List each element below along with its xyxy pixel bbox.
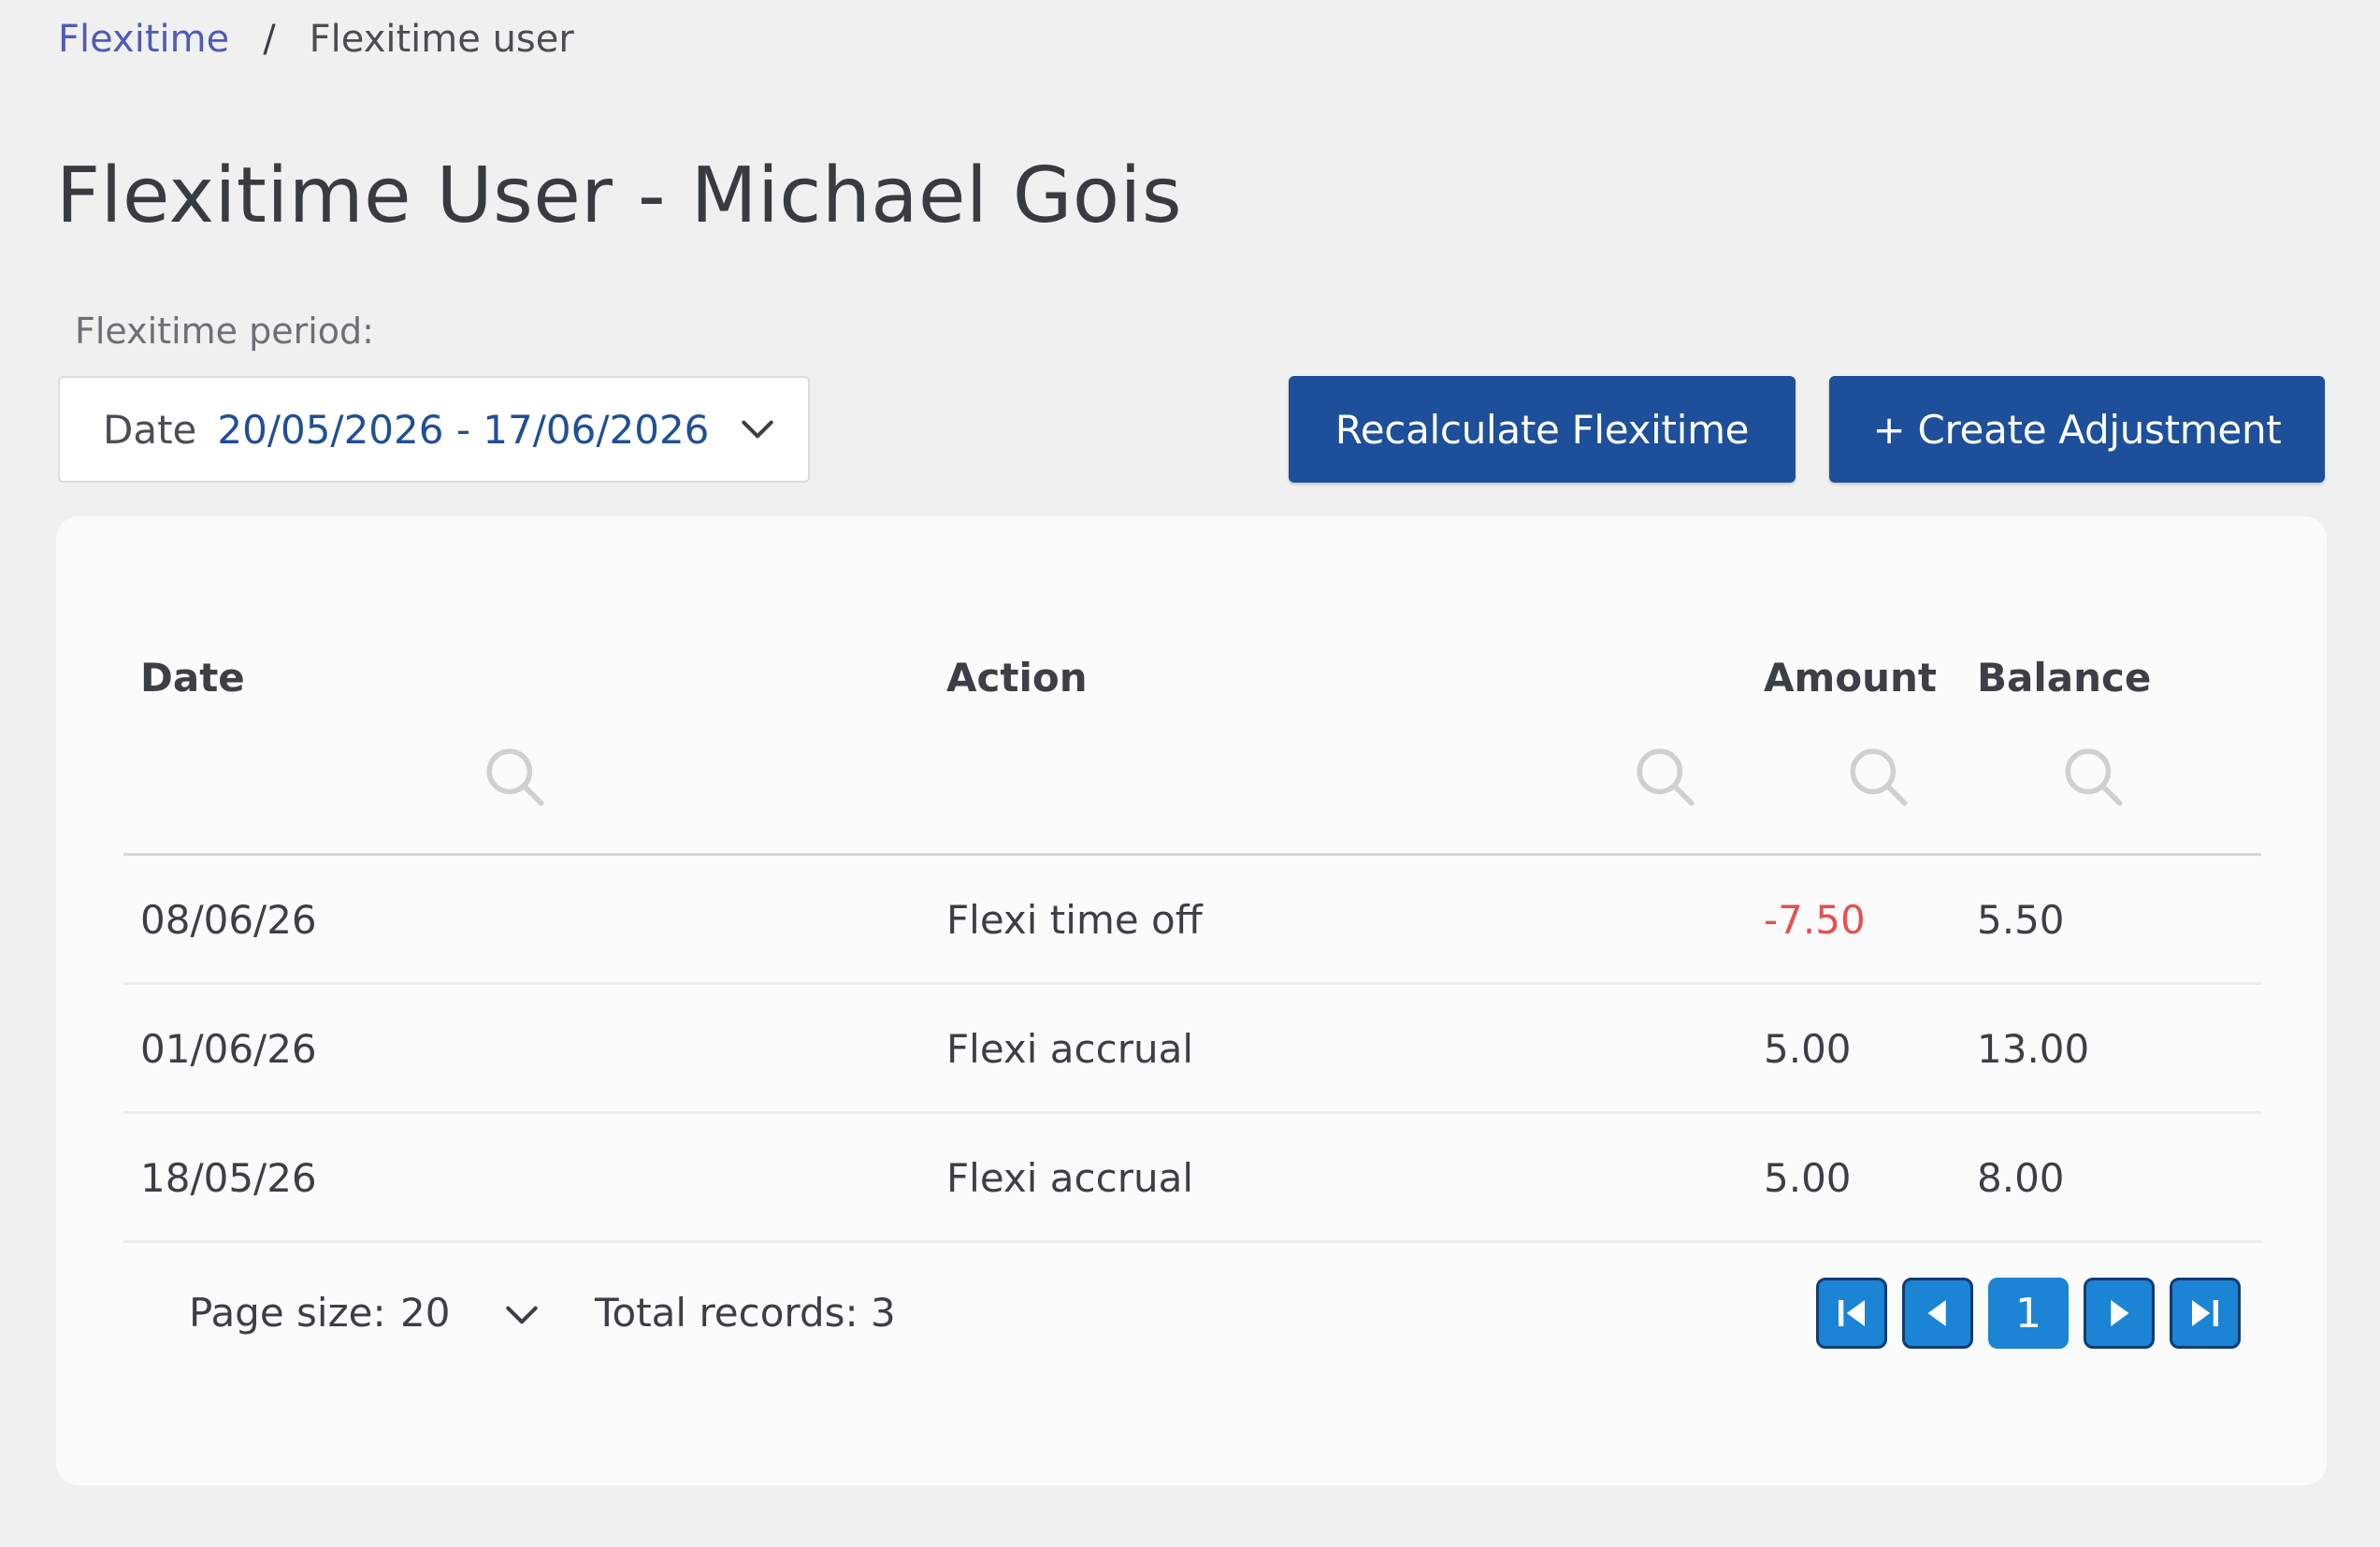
cell-action: Flexi accrual xyxy=(946,1155,1194,1201)
column-header-amount[interactable]: Amount xyxy=(1764,652,1937,704)
balance-filter-search-icon[interactable] xyxy=(2059,743,2128,812)
date-range-picker[interactable]: Date 20/05/2026 - 17/06/2026 xyxy=(58,376,810,483)
column-header-balance[interactable]: Balance xyxy=(1977,652,2151,704)
page-title: Flexitime User - Michael Gois xyxy=(56,152,1183,240)
previous-page-icon xyxy=(1927,1300,1946,1326)
cell-amount: -7.50 xyxy=(1764,897,1866,943)
cell-date: 01/06/26 xyxy=(140,1026,317,1072)
chevron-down-icon[interactable] xyxy=(501,1294,542,1336)
date-filter-search-icon[interactable] xyxy=(481,743,550,812)
table-row[interactable]: 01/06/26 Flexi accrual 5.00 13.00 xyxy=(123,985,2261,1114)
recalculate-flexitime-button[interactable]: Recalculate Flexitime xyxy=(1289,376,1796,483)
breadcrumb-flexitime-link[interactable]: Flexitime xyxy=(58,13,229,65)
date-range-prefix: Date xyxy=(103,406,197,453)
column-header-date[interactable]: Date xyxy=(140,652,245,704)
cell-balance: 5.50 xyxy=(1977,897,2065,943)
create-adjustment-button[interactable]: + Create Adjustment xyxy=(1829,376,2325,483)
cell-balance: 8.00 xyxy=(1977,1155,2065,1201)
flexitime-period-label: Flexitime period: xyxy=(75,311,374,352)
table-row[interactable]: 18/05/26 Flexi accrual 5.00 8.00 xyxy=(123,1114,2261,1243)
last-page-icon xyxy=(2192,1300,2218,1326)
current-page-button[interactable]: 1 xyxy=(1988,1278,2069,1349)
action-filter-search-icon[interactable] xyxy=(1631,743,1700,812)
amount-filter-search-icon[interactable] xyxy=(1844,743,1913,812)
table-pager: Page size: 20 Total records: 3 1 xyxy=(123,1244,2261,1382)
cell-amount: 5.00 xyxy=(1764,1155,1852,1201)
page-size-label: Page size: xyxy=(189,1290,386,1336)
breadcrumb: Flexitime / Flexitime user xyxy=(58,13,574,65)
cell-date: 18/05/26 xyxy=(140,1155,317,1201)
cell-action: Flexi accrual xyxy=(946,1026,1194,1072)
previous-page-button[interactable] xyxy=(1902,1278,1973,1349)
cell-date: 08/06/26 xyxy=(140,897,317,943)
chevron-down-icon xyxy=(742,420,774,439)
cell-action: Flexi time off xyxy=(946,897,1203,943)
column-header-action[interactable]: Action xyxy=(946,652,1088,704)
next-page-icon xyxy=(2111,1300,2129,1326)
flexitime-table-card: Date Action Amount Balance 08/06/26 Flex… xyxy=(56,516,2327,1485)
total-records: Total records: 3 xyxy=(595,1290,896,1336)
last-page-button[interactable] xyxy=(2170,1278,2241,1349)
breadcrumb-separator: / xyxy=(263,18,276,61)
next-page-button[interactable] xyxy=(2084,1278,2155,1349)
first-page-button[interactable] xyxy=(1816,1278,1887,1349)
table-row[interactable]: 08/06/26 Flexi time off -7.50 5.50 xyxy=(123,856,2261,985)
date-range-value: 20/05/2026 - 17/06/2026 xyxy=(217,406,710,453)
first-page-icon xyxy=(1839,1300,1865,1326)
cell-amount: 5.00 xyxy=(1764,1026,1852,1072)
cell-balance: 13.00 xyxy=(1977,1026,2090,1072)
page-size-select[interactable]: 20 xyxy=(400,1287,450,1339)
breadcrumb-current: Flexitime user xyxy=(309,18,574,61)
